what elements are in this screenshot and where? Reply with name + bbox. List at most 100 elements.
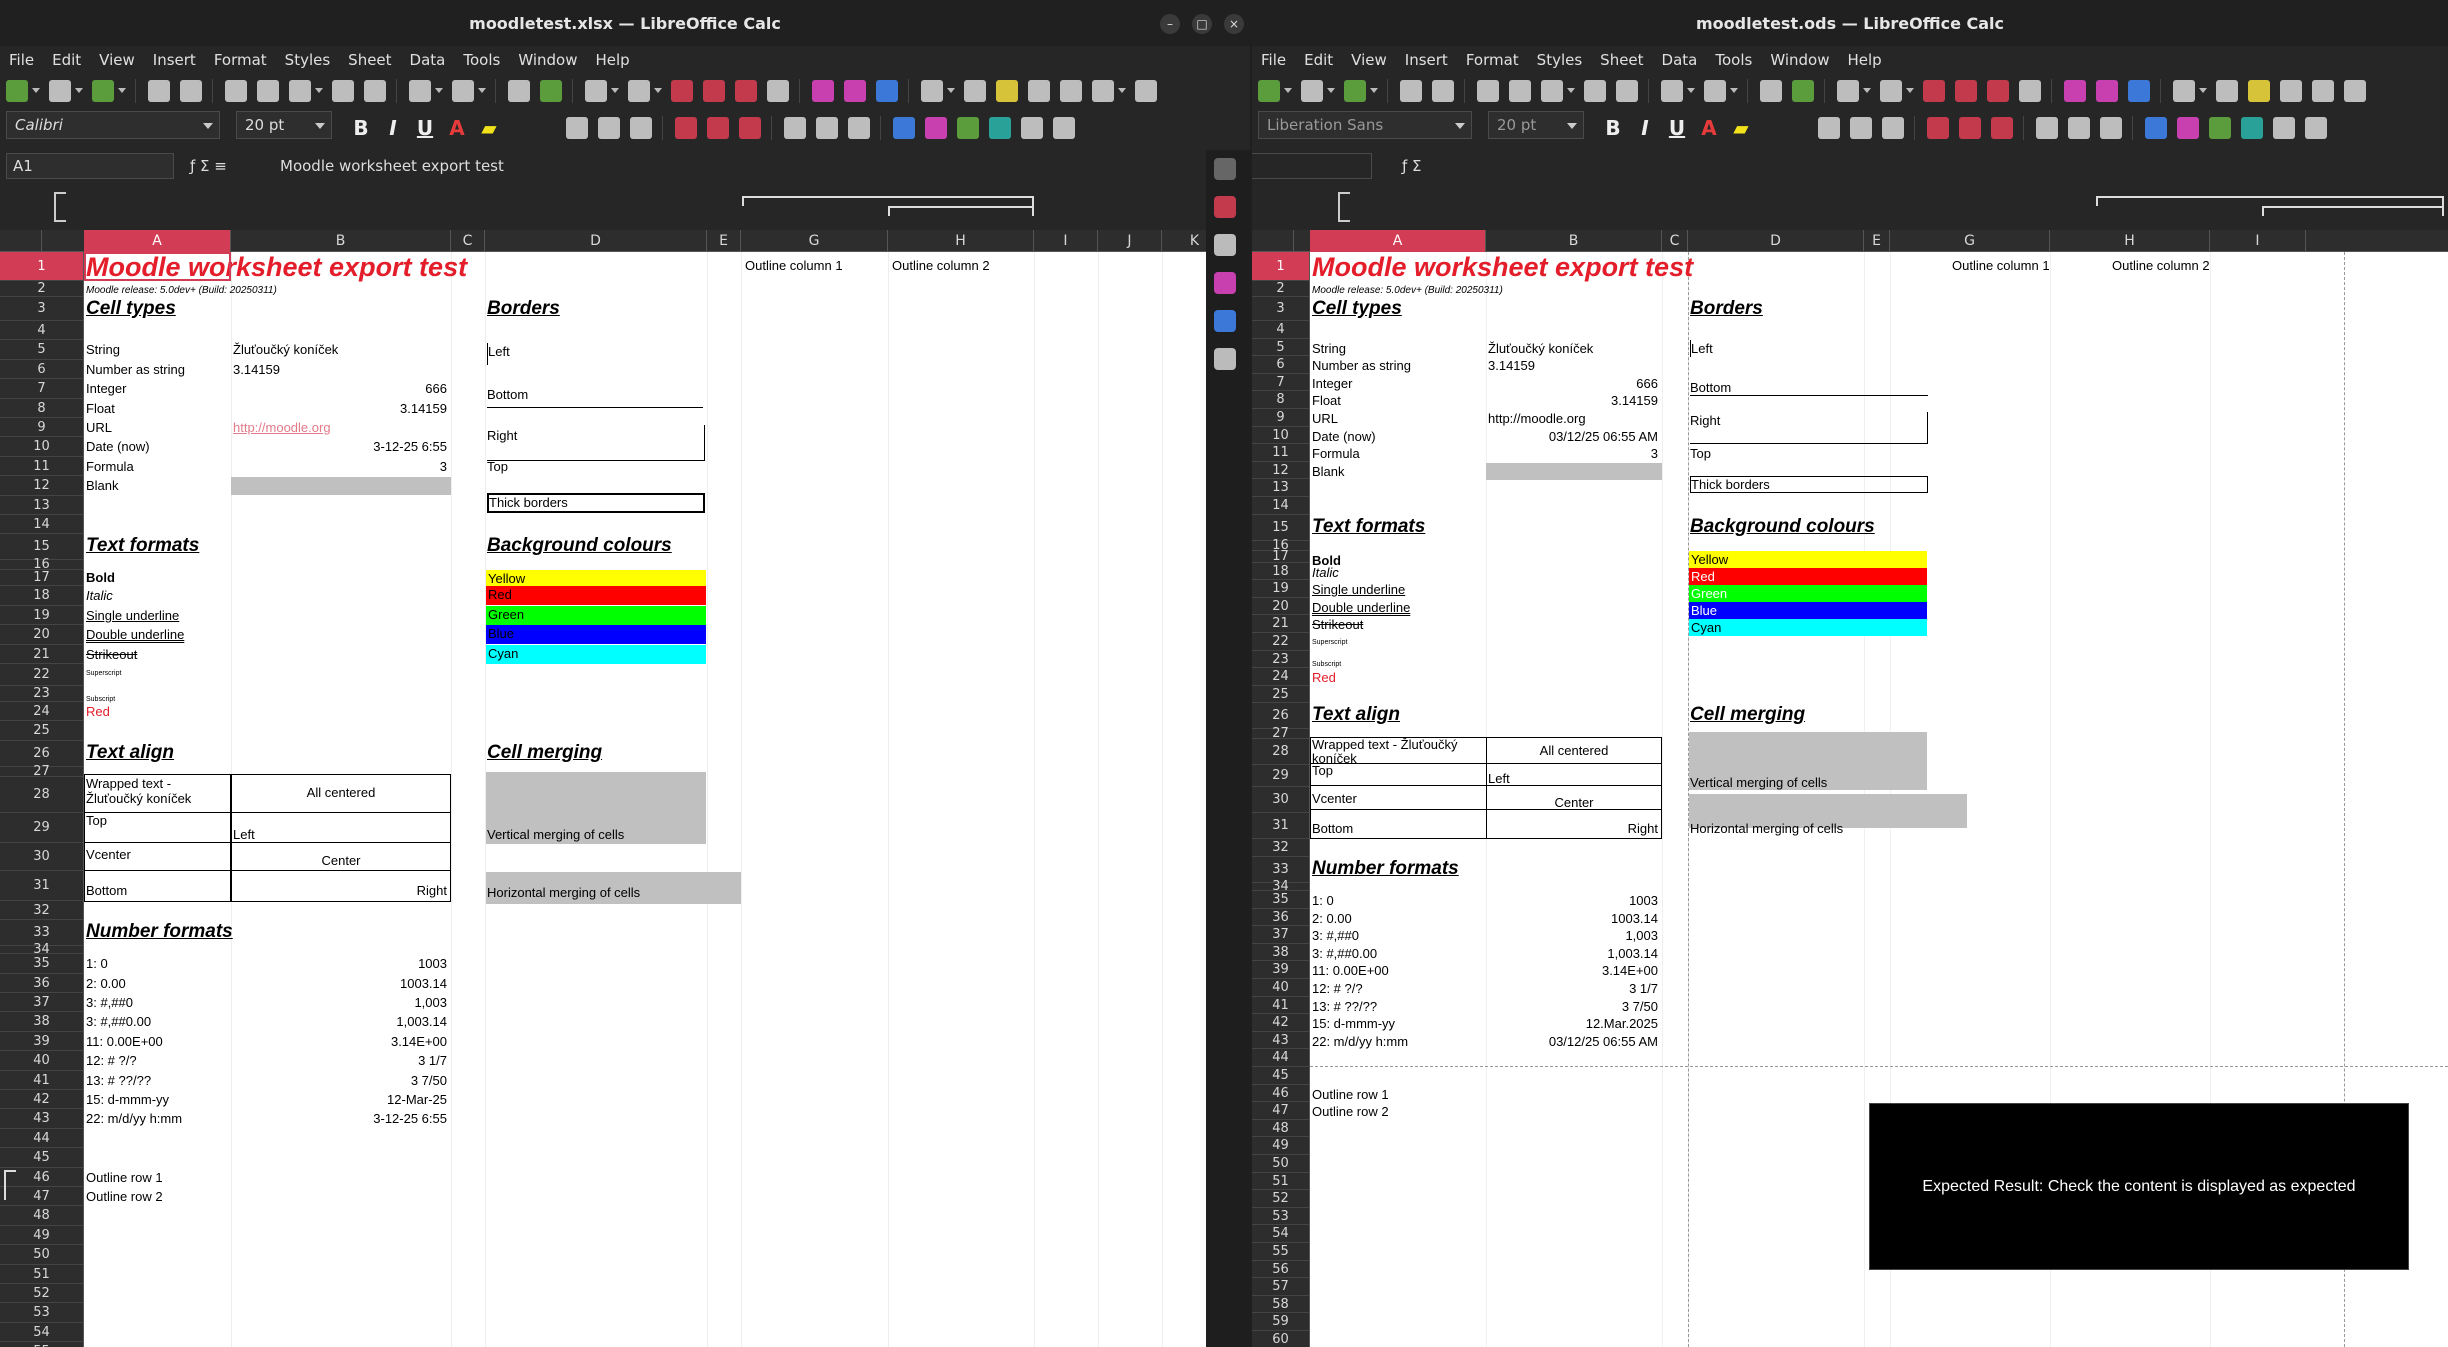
find-icon[interactable] <box>1760 80 1782 102</box>
col-A[interactable]: A <box>84 230 231 252</box>
menu-file[interactable]: File <box>1252 46 1295 74</box>
row-header-56[interactable]: 56 <box>1252 1261 1309 1279</box>
new-icon[interactable] <box>6 80 28 102</box>
row-header-55[interactable]: 55 <box>1252 1243 1309 1261</box>
row-header-26[interactable]: 26 <box>0 741 83 767</box>
row-header-17[interactable]: 17 <box>0 570 83 587</box>
row-header-16[interactable]: 16 <box>0 558 83 571</box>
font-color-button[interactable]: A <box>1696 115 1722 141</box>
row-header-52[interactable]: 52 <box>1252 1190 1309 1208</box>
delete-decimal-icon[interactable] <box>2305 117 2327 139</box>
row-header-48[interactable]: 48 <box>0 1206 83 1226</box>
outline-group-col1[interactable] <box>742 196 1034 206</box>
row-header-13[interactable]: 13 <box>1252 479 1309 497</box>
row-header-53[interactable]: 53 <box>0 1303 83 1323</box>
autofilter-icon[interactable] <box>767 80 789 102</box>
pivot-icon[interactable] <box>2128 80 2150 102</box>
row-header-10[interactable]: 10 <box>0 437 83 457</box>
row-header-36[interactable]: 36 <box>1252 909 1309 927</box>
sort-asc-icon[interactable] <box>703 80 725 102</box>
name-box[interactable] <box>1252 153 1372 179</box>
menu-window[interactable]: Window <box>1761 46 1838 74</box>
row-header-44[interactable]: 44 <box>0 1129 83 1149</box>
save-icon[interactable] <box>92 80 114 102</box>
row-header-11[interactable]: 11 <box>1252 444 1309 462</box>
align-left-icon[interactable] <box>1818 117 1840 139</box>
row-header-51[interactable]: 51 <box>0 1265 83 1284</box>
center-vertical-icon[interactable] <box>707 117 729 139</box>
menu-data[interactable]: Data <box>401 46 455 74</box>
pivot-icon[interactable] <box>876 80 898 102</box>
row-header-7[interactable]: 7 <box>1252 374 1309 392</box>
row-header-30[interactable]: 30 <box>0 843 83 871</box>
row-header-35[interactable]: 35 <box>1252 891 1309 909</box>
clone-icon[interactable] <box>332 80 354 102</box>
row-header-6[interactable]: 6 <box>0 360 83 380</box>
row-header-59[interactable]: 59 <box>1252 1313 1309 1331</box>
column-icon[interactable] <box>628 80 650 102</box>
sort-asc-icon[interactable] <box>1955 80 1977 102</box>
row-header-32[interactable]: 32 <box>1252 839 1309 857</box>
row-header-58[interactable]: 58 <box>1252 1296 1309 1314</box>
row-header-25[interactable]: 25 <box>1252 686 1309 704</box>
sort-icon[interactable] <box>671 80 693 102</box>
row-header-37[interactable]: 37 <box>1252 926 1309 944</box>
row-header-28[interactable]: 28 <box>1252 739 1309 766</box>
select-all-corner[interactable] <box>0 230 42 252</box>
italic-button[interactable]: I <box>1632 115 1658 141</box>
paste-icon[interactable] <box>1541 80 1563 102</box>
row-header-14[interactable]: 14 <box>0 515 83 535</box>
outline-level-icon[interactable] <box>54 192 68 222</box>
row-header-43[interactable]: 43 <box>0 1109 83 1129</box>
col-I[interactable]: I <box>1034 230 1098 252</box>
align-bottom-icon[interactable] <box>739 117 761 139</box>
row-header-13[interactable]: 13 <box>0 496 83 515</box>
row-header-49[interactable]: 49 <box>1252 1137 1309 1155</box>
row-header-9[interactable]: 9 <box>0 418 83 438</box>
row-header-1[interactable]: 1 <box>1252 252 1309 281</box>
row-header-21[interactable]: 21 <box>0 645 83 664</box>
row-header-8[interactable]: 8 <box>0 399 83 418</box>
row-header-27[interactable]: 27 <box>0 765 83 778</box>
row-header-40[interactable]: 40 <box>1252 979 1309 997</box>
undo-icon[interactable] <box>409 80 431 102</box>
col-C[interactable]: C <box>1662 230 1688 252</box>
row-header-25[interactable]: 25 <box>0 721 83 741</box>
split-window-icon[interactable] <box>1135 80 1157 102</box>
row-header-31[interactable]: 31 <box>1252 813 1309 840</box>
spelling-icon[interactable] <box>540 80 562 102</box>
column-icon[interactable] <box>1880 80 1902 102</box>
special-char-icon[interactable] <box>2173 80 2195 102</box>
row-header-51[interactable]: 51 <box>1252 1173 1309 1191</box>
col-J[interactable]: J <box>1098 230 1162 252</box>
undo-icon[interactable] <box>1661 80 1683 102</box>
row-header-19[interactable]: 19 <box>0 606 83 626</box>
menu-view[interactable]: View <box>1342 46 1396 74</box>
highlight-button[interactable]: ▰ <box>476 115 502 141</box>
align-right-icon[interactable] <box>1882 117 1904 139</box>
outline-group-col2[interactable] <box>2262 206 2444 216</box>
menu-insert[interactable]: Insert <box>1396 46 1457 74</box>
col-I[interactable]: I <box>2210 230 2306 252</box>
number-format-icon[interactable] <box>957 117 979 139</box>
col-B[interactable]: B <box>231 230 451 252</box>
row-header-42[interactable]: 42 <box>1252 1014 1309 1032</box>
sort-desc-icon[interactable] <box>735 80 757 102</box>
underline-button[interactable]: U <box>412 115 438 141</box>
col-H[interactable]: H <box>888 230 1034 252</box>
wrap-icon[interactable] <box>784 117 806 139</box>
row-header-24[interactable]: 24 <box>0 702 83 722</box>
row-header-46[interactable]: 46 <box>1252 1085 1309 1103</box>
currency-icon[interactable] <box>893 117 915 139</box>
row-header-60[interactable]: 60 <box>1252 1331 1309 1347</box>
row-header-21[interactable]: 21 <box>1252 615 1309 633</box>
align-center-icon[interactable] <box>598 117 620 139</box>
row-header-2[interactable]: 2 <box>1252 281 1309 297</box>
col-D[interactable]: D <box>485 230 707 252</box>
row-header-7[interactable]: 7 <box>0 379 83 399</box>
date-format-icon[interactable] <box>2241 117 2263 139</box>
print-icon[interactable] <box>1432 80 1454 102</box>
functions-icon[interactable] <box>1214 348 1236 370</box>
spelling-icon[interactable] <box>1792 80 1814 102</box>
row-header-30[interactable]: 30 <box>1252 787 1309 814</box>
